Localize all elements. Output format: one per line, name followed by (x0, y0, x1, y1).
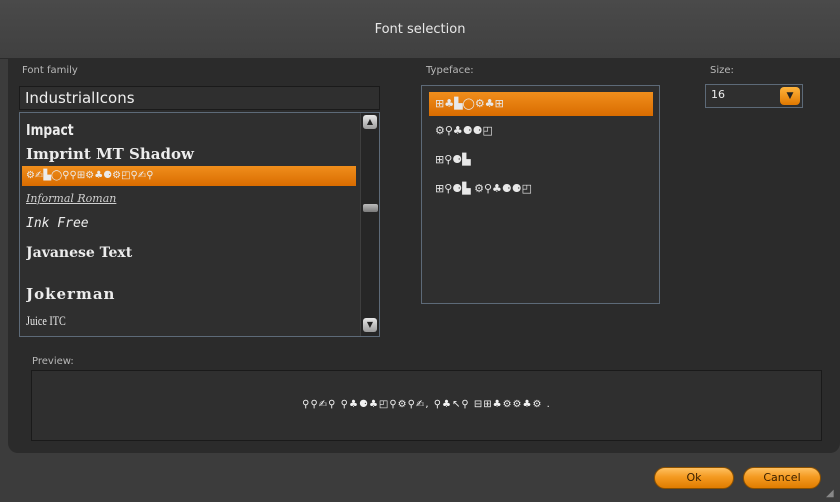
scroll-up-icon[interactable]: ▲ (363, 115, 377, 129)
dialog-title: Font selection (374, 21, 466, 37)
chevron-down-icon[interactable]: ▼ (780, 87, 800, 105)
typeface-label: Typeface: (426, 65, 474, 76)
dialog-title-bar: Font selection (0, 0, 840, 59)
font-item-industrialicons-selected[interactable]: ⚙✍▙◯⚲⚲⊞⚙♣⚈⚙◰⚲✍⚲ (22, 166, 356, 186)
preview-text: ⚲⚲✍⚲ ⚲♣⚈♣◰⚲⚙⚲✍, ⚲♣↖⚲ ⊟⊞♣⚙⚙♣⚙ . (302, 399, 551, 410)
size-value: 16 (711, 88, 725, 101)
size-label: Size: (710, 65, 734, 76)
cancel-button[interactable]: Cancel (743, 467, 821, 489)
font-family-label: Font family (22, 65, 78, 76)
resize-grip-icon[interactable]: ◢ (826, 488, 838, 500)
typeface-item-selected[interactable]: ⊞♣▙◯⚙♣⊞ (429, 92, 653, 116)
font-list-scrollbar[interactable]: ▲ ▼ (360, 113, 379, 336)
font-item-javanese-text[interactable]: Javanese Text (26, 245, 356, 261)
scroll-thumb[interactable] (363, 204, 378, 212)
font-item-informal-roman[interactable]: Informal Roman (26, 192, 356, 205)
font-family-input[interactable]: IndustrialIcons (19, 86, 380, 110)
preview-box: ⚲⚲✍⚲ ⚲♣⚈♣◰⚲⚙⚲✍, ⚲♣↖⚲ ⊟⊞♣⚙⚙♣⚙ . (31, 370, 822, 441)
font-family-list[interactable]: Impact Imprint MT Shadow ⚙✍▙◯⚲⚲⊞⚙♣⚈⚙◰⚲✍⚲… (19, 112, 380, 337)
font-item-jokerman[interactable]: Jokerman (26, 285, 356, 303)
typeface-list[interactable]: ⊞♣▙◯⚙♣⊞ ⚙⚲♣⚈⚈◰ ⊞⚲⚈▙ ⊞⚲⚈▙ ⚙⚲♣⚈⚈◰ (421, 85, 660, 304)
ok-button[interactable]: Ok (654, 467, 734, 489)
typeface-item[interactable]: ⚙⚲♣⚈⚈◰ (429, 119, 653, 143)
font-item-impact[interactable]: Impact (26, 121, 297, 139)
typeface-item[interactable]: ⊞⚲⚈▙ (429, 148, 653, 172)
scroll-down-icon[interactable]: ▼ (363, 318, 377, 332)
typeface-item[interactable]: ⊞⚲⚈▙ ⚙⚲♣⚈⚈◰ (429, 177, 653, 201)
font-item-ink-free[interactable]: Ink Free (26, 216, 356, 231)
preview-label: Preview: (32, 356, 74, 367)
font-item-imprint[interactable]: Imprint MT Shadow (26, 145, 356, 163)
size-select[interactable]: 16 ▼ (705, 84, 803, 108)
font-item-juice-itc[interactable]: Juice ITC (26, 313, 283, 329)
